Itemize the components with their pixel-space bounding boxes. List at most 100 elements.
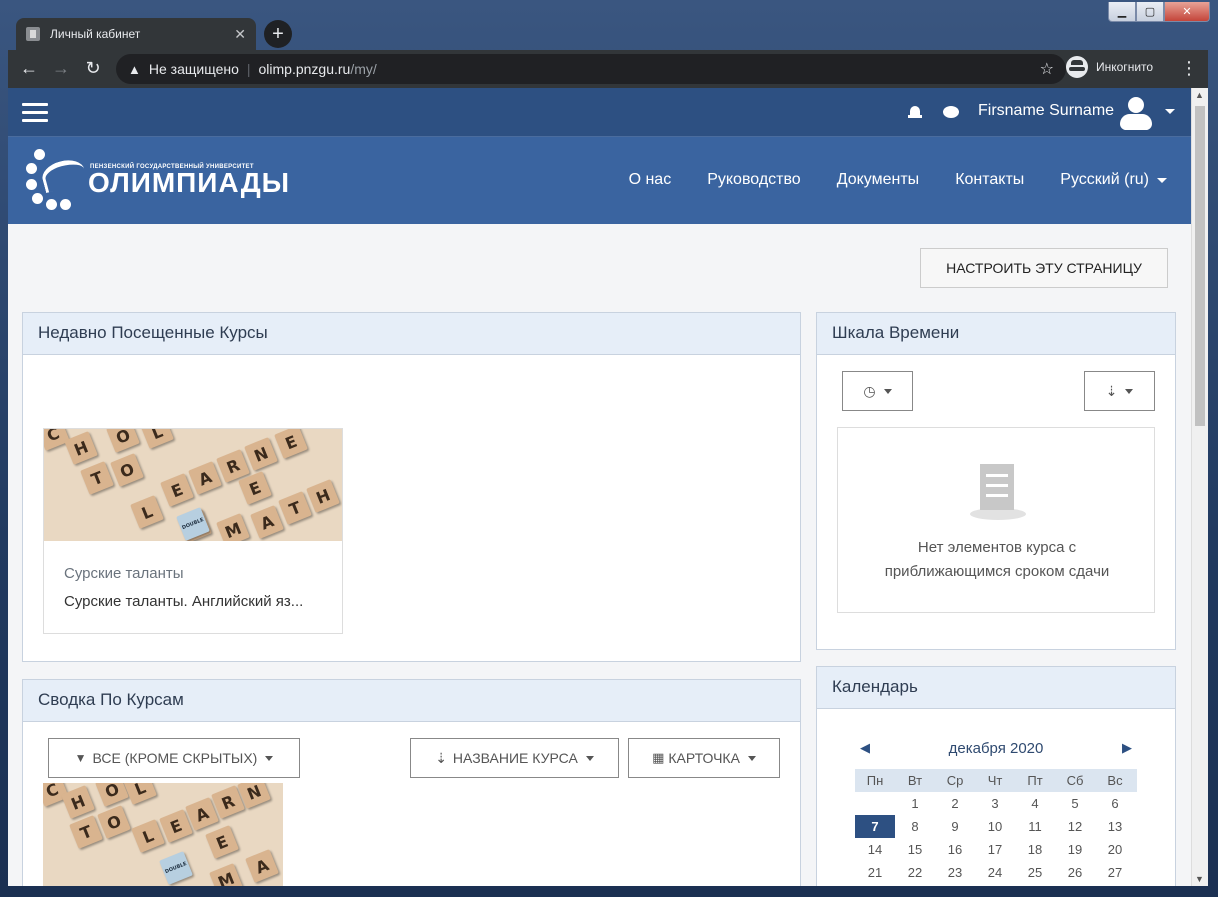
calendar-day[interactable]: 8: [895, 815, 935, 838]
timeline-filter-dropdown[interactable]: ◷: [842, 371, 913, 411]
calendar-day[interactable]: 20: [1095, 838, 1135, 861]
next-month-icon[interactable]: ▶: [1117, 740, 1137, 756]
bell-icon[interactable]: [908, 104, 922, 120]
calendar-day[interactable]: 5: [1055, 792, 1095, 815]
menu-item-guide[interactable]: Руководство: [707, 171, 801, 189]
weekday: Вт: [907, 773, 923, 788]
calendar-day[interactable]: 16: [935, 838, 975, 861]
tab-title: Личный кабинет: [50, 27, 141, 41]
url-separator: |: [246, 61, 251, 77]
main-menu: О нас Руководство Документы Контакты Рус…: [629, 171, 1191, 189]
calendar-day[interactable]: 10: [975, 815, 1015, 838]
calendar-day[interactable]: 14: [855, 838, 895, 861]
calendar-day[interactable]: 13: [1095, 815, 1135, 838]
menu-dots-icon[interactable]: ⋮: [1180, 58, 1198, 79]
calendar-day[interactable]: 22: [895, 861, 935, 884]
course-card[interactable]: C H T O O L L E A D R N E A E T H M DOUB…: [43, 428, 343, 634]
filter-label: ВСЕ (КРОМЕ СКРЫТЫХ): [92, 750, 258, 766]
calendar-month: декабря 2020: [948, 739, 1044, 757]
scroll-down-icon[interactable]: ▼: [1195, 874, 1204, 884]
view-dropdown[interactable]: ▦ КАРТОЧКА: [628, 738, 780, 778]
course-image[interactable]: C H T O O L L E A R N E A M DOUBLE: [43, 783, 283, 886]
avatar[interactable]: [1118, 95, 1154, 131]
user-name[interactable]: Firsname Surname: [978, 102, 1114, 120]
calendar-day[interactable]: 21: [855, 861, 895, 884]
calendar-day[interactable]: 12: [1055, 815, 1095, 838]
reload-icon[interactable]: ↻: [82, 58, 104, 79]
calendar-day[interactable]: 11: [1015, 815, 1055, 838]
star-icon[interactable]: ☆: [1040, 59, 1054, 79]
menu-item-contacts[interactable]: Контакты: [955, 171, 1024, 189]
window-controls: ▁ ▢ ✕: [1108, 2, 1210, 22]
window-bottom-edge: [0, 886, 1218, 897]
calendar-day[interactable]: 2: [935, 792, 975, 815]
browser-tab[interactable]: Личный кабинет ✕: [16, 18, 256, 50]
close-icon[interactable]: ✕: [234, 26, 246, 43]
calendar-day[interactable]: 15: [895, 838, 935, 861]
timeline-block: Шкала Времени ◷ ⇣ Нет элементов курса с …: [816, 312, 1176, 650]
calendar-day[interactable]: 26: [1055, 861, 1095, 884]
calendar-week: 14 15 16 17 18 19 20: [855, 838, 1137, 861]
incognito-indicator[interactable]: Инкогнито: [1066, 56, 1153, 78]
calendar-day[interactable]: 1: [895, 792, 935, 815]
calendar-day-today[interactable]: 7: [855, 815, 895, 838]
calendar-day[interactable]: 23: [935, 861, 975, 884]
menu-item-documents[interactable]: Документы: [837, 171, 919, 189]
new-tab-button[interactable]: +: [264, 20, 292, 48]
sort-dropdown[interactable]: ⇣ НАЗВАНИЕ КУРСА: [410, 738, 619, 778]
weekday: Пн: [866, 773, 884, 788]
calendar-day[interactable]: 6: [1095, 792, 1135, 815]
calendar-header: ◀ декабря 2020 ▶: [855, 733, 1137, 763]
logo-title[interactable]: ОЛИМПИАДЫ: [88, 167, 290, 199]
calendar-week: 1 2 3 4 5 6: [855, 792, 1137, 815]
minimize-button[interactable]: ▁: [1108, 2, 1136, 22]
calendar-day[interactable]: 27: [1095, 861, 1135, 884]
empty-message-line1: Нет элементов курса с: [917, 539, 1077, 556]
calendar-day[interactable]: 19: [1055, 838, 1095, 861]
view-label: КАРТОЧКА: [668, 750, 740, 766]
chevron-down-icon: [585, 755, 594, 761]
scrollbar-thumb[interactable]: [1195, 106, 1205, 426]
calendar-weekdays: Пн Вт Ср Чт Пт Сб Вс: [855, 769, 1137, 792]
calendar-day[interactable]: 9: [935, 815, 975, 838]
block-title: Календарь: [817, 667, 1175, 709]
course-category: Сурские таланты: [64, 565, 184, 582]
chevron-down-icon[interactable]: [1165, 109, 1175, 114]
calendar-day[interactable]: 25: [1015, 861, 1055, 884]
hamburger-menu-icon[interactable]: [22, 103, 48, 123]
calendar-day[interactable]: 18: [1015, 838, 1055, 861]
close-window-button[interactable]: ✕: [1164, 2, 1210, 22]
calendar-day[interactable]: 17: [975, 838, 1015, 861]
clock-icon: ◷: [863, 382, 876, 399]
block-title: Сводка По Курсам: [23, 680, 800, 722]
incognito-icon: [1066, 56, 1088, 78]
filter-dropdown[interactable]: ▼ ВСЕ (КРОМЕ СКРЫТЫХ): [48, 738, 300, 778]
logo-icon[interactable]: [24, 147, 88, 213]
scroll-up-icon[interactable]: ▲: [1195, 90, 1204, 100]
calendar-day[interactable]: 3: [975, 792, 1015, 815]
calendar-day[interactable]: 24: [975, 861, 1015, 884]
calendar-block: Календарь ◀ декабря 2020 ▶ Пн Вт Ср Чт П…: [816, 666, 1176, 886]
sort-label: НАЗВАНИЕ КУРСА: [452, 750, 578, 766]
calendar-week: 7 8 9 10 11 12 13: [855, 815, 1137, 838]
timeline-empty-state: Нет элементов курса с приближающимся сро…: [837, 427, 1155, 613]
chat-icon[interactable]: [943, 106, 959, 118]
timeline-sort-dropdown[interactable]: ⇣: [1084, 371, 1155, 411]
filter-icon: ▼: [74, 751, 87, 765]
language-selector[interactable]: Русский (ru): [1060, 171, 1167, 189]
vertical-scrollbar[interactable]: ▲ ▼: [1191, 88, 1208, 886]
course-name[interactable]: Сурские таланты. Английский яз...: [64, 593, 303, 610]
forward-icon[interactable]: →: [50, 58, 72, 79]
grid-icon: ▦: [652, 750, 665, 765]
course-image[interactable]: C H T O O L L E A D R N E A E T H M DOUB…: [44, 429, 342, 541]
back-icon[interactable]: ←: [18, 58, 40, 79]
maximize-button[interactable]: ▢: [1136, 2, 1164, 22]
weekday: Ср: [946, 773, 964, 788]
recent-courses-block: Недавно Посещенные Курсы C H T O O L L E…: [22, 312, 801, 662]
prev-month-icon[interactable]: ◀: [855, 740, 875, 756]
address-bar[interactable]: ▲ Не защищено | olimp.pnzgu.ru/my/ ☆: [116, 54, 1066, 84]
calendar-day[interactable]: 4: [1015, 792, 1055, 815]
customize-page-button[interactable]: НАСТРОИТЬ ЭТУ СТРАНИЦУ: [920, 248, 1168, 288]
warning-icon: ▲: [128, 61, 141, 77]
menu-item-about[interactable]: О нас: [629, 171, 672, 189]
